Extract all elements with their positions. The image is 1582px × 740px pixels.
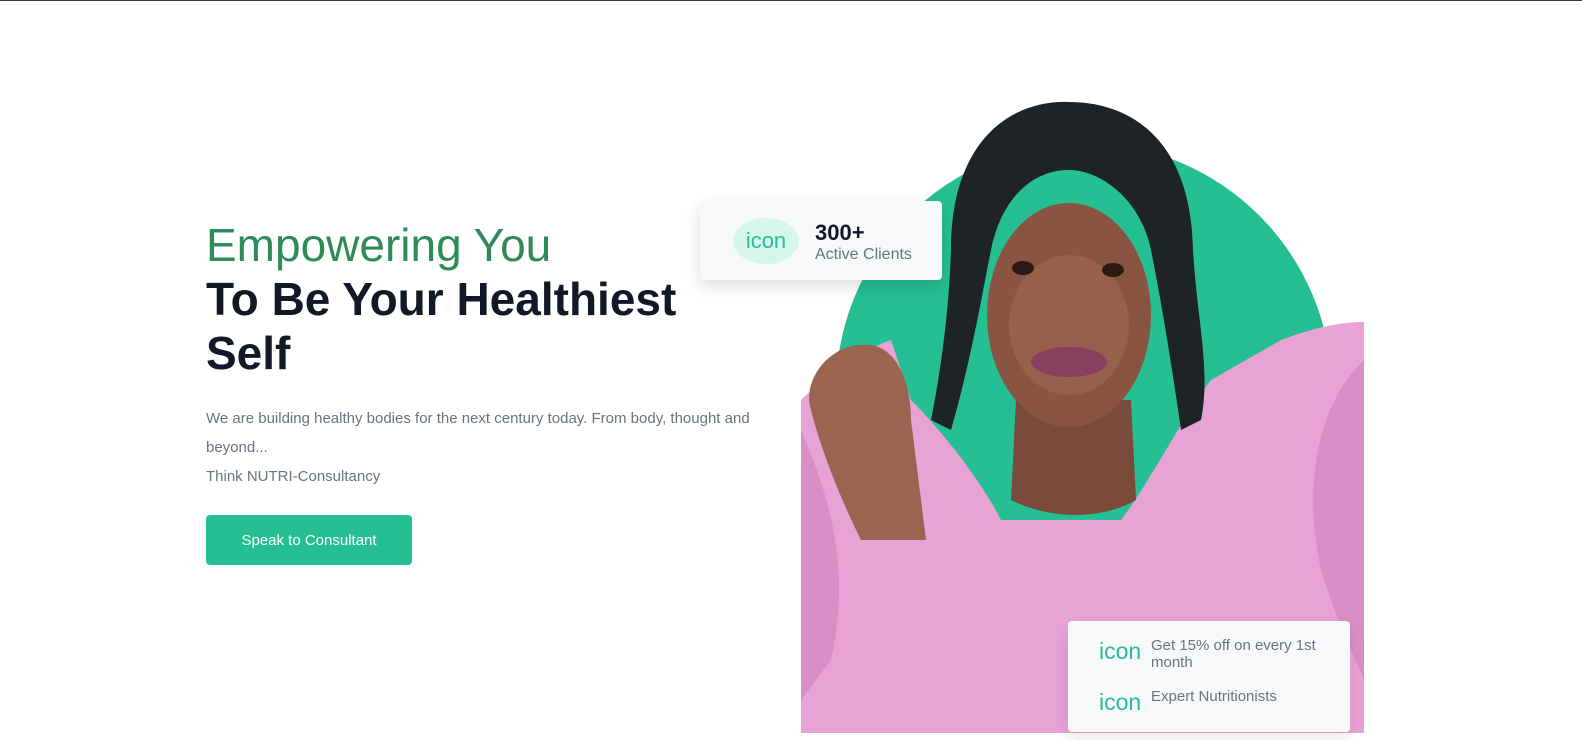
- clients-label: Active Clients: [815, 246, 912, 263]
- nutritionist-icon: icon: [1099, 689, 1142, 715]
- clients-count: 300+: [815, 220, 865, 245]
- perks-card: icon Get 15% off on every 1st month icon…: [1068, 621, 1350, 732]
- description-text: We are building healthy bodies for the n…: [206, 410, 750, 456]
- active-clients-card: icon 300+ Active Clients: [700, 201, 942, 280]
- top-border: [0, 0, 1582, 1]
- headline-main: To Be Your Healthiest Self: [206, 273, 677, 379]
- tagline-text: Think NUTRI-Consultancy: [206, 468, 381, 485]
- clients-icon: icon: [733, 218, 799, 264]
- speak-to-consultant-button[interactable]: Speak to Consultant: [206, 515, 412, 565]
- discount-icon: icon: [1099, 638, 1142, 664]
- hero-description: We are building healthy bodies for the n…: [206, 404, 766, 491]
- perk-nutritionist-text: Expert Nutritionists: [1151, 688, 1277, 705]
- headline-accent: Empowering You: [206, 219, 552, 271]
- perk-discount-text: Get 15% off on every 1st month: [1151, 637, 1316, 671]
- hero-text: Empowering You To Be Your Healthiest Sel…: [206, 218, 766, 491]
